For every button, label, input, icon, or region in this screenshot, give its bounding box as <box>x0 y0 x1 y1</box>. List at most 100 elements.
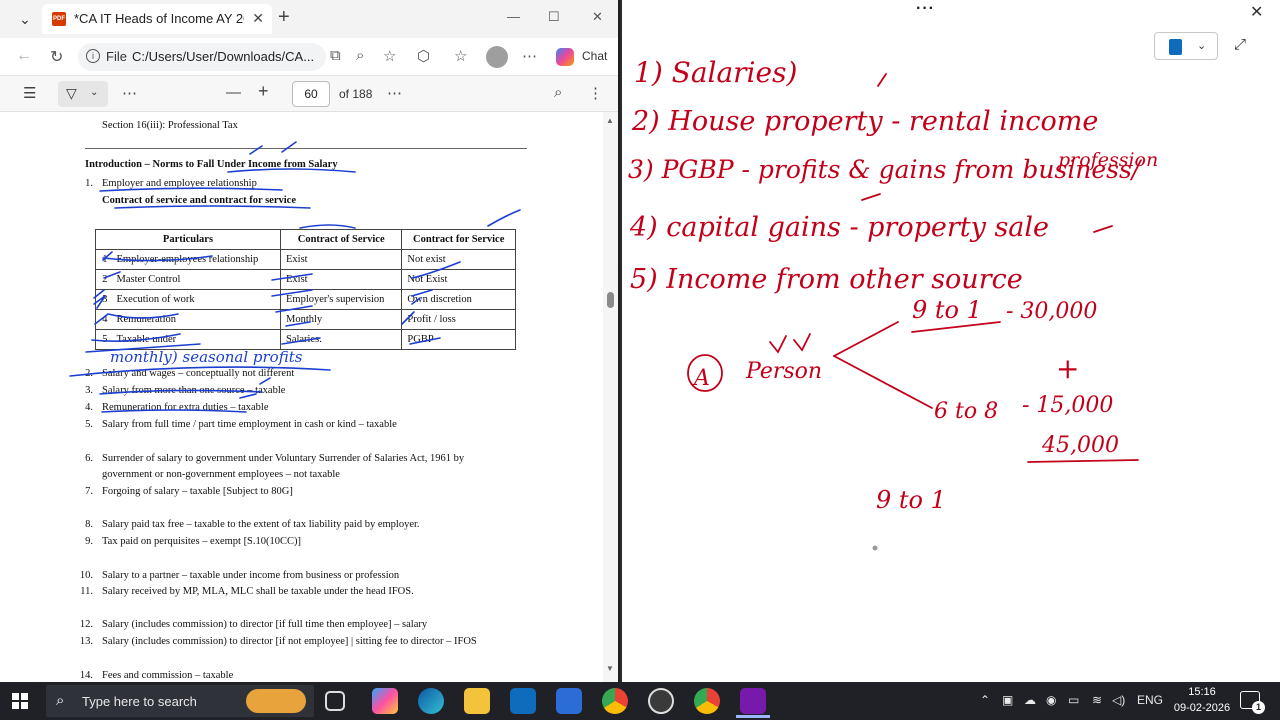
browser-titlebar: ⌄ PDF *CA IT Heads of Income AY 2025-2 ✕… <box>0 0 618 38</box>
table-cell: Not Exist <box>401 269 516 290</box>
start-windows-icon[interactable] <box>12 693 28 709</box>
item-text: Salary received by MP, MLA, MLC shall be… <box>102 586 414 597</box>
favorites-list-icon[interactable]: ☆ <box>454 47 467 65</box>
file-explorer-icon[interactable] <box>464 688 490 714</box>
tab-close-icon[interactable]: ✕ <box>252 10 264 27</box>
ink-line: 5) Income from other source <box>630 264 1023 295</box>
section-line: Section 16(iii): Professional Tax <box>102 120 238 131</box>
scroll-down-arrow-icon[interactable]: ▼ <box>606 664 614 673</box>
desktop: ⌄ PDF *CA IT Heads of Income AY 2025-2 ✕… <box>0 0 1280 720</box>
ink-text: 9 to 1 <box>912 296 982 324</box>
wifi-icon[interactable]: ≋ <box>1092 693 1102 707</box>
profile-avatar[interactable] <box>486 46 508 68</box>
store-icon[interactable] <box>556 688 582 714</box>
refresh-icon[interactable]: ↻ <box>50 47 63 67</box>
ink-text: Person <box>745 359 822 384</box>
clock-time[interactable]: 15:16 <box>1177 686 1227 698</box>
camera-icon[interactable]: ◉ <box>1046 693 1056 707</box>
scroll-up-arrow-icon[interactable]: ▲ <box>606 116 614 125</box>
item-number: 9. <box>85 536 93 547</box>
search-placeholder: Type here to search <box>82 694 197 709</box>
item-text: Salary to a partner – taxable under inco… <box>102 570 400 581</box>
table-row: 2 Master Control Exist Not Exist <box>95 269 516 290</box>
site-info-icon[interactable]: i <box>86 49 100 63</box>
copilot-app-icon[interactable] <box>372 688 398 714</box>
item-text: Fees and commission – taxable <box>102 670 234 681</box>
ink-line: 1) Salaries) <box>634 56 797 89</box>
active-app-indicator <box>736 715 770 718</box>
volume-icon[interactable]: ◁) <box>1112 693 1125 707</box>
toolbar-more-icon[interactable]: ⋯ <box>122 84 137 102</box>
search-highlight-pizza-icon[interactable] <box>246 689 306 713</box>
tab-title: *CA IT Heads of Income AY 2025-2 <box>74 11 244 26</box>
section-divider <box>85 148 527 149</box>
find-icon[interactable]: ⌕ <box>554 84 562 101</box>
table-header: Particulars <box>95 229 281 250</box>
table-cell: PGBP <box>401 329 516 350</box>
table-cell: Employer's supervision <box>279 289 403 310</box>
url-scheme-label: File <box>106 49 127 64</box>
chrome-icon[interactable] <box>602 688 628 714</box>
new-tab-plus-icon[interactable]: + <box>278 6 290 29</box>
table-cell: 3 <box>95 289 112 310</box>
language-indicator[interactable]: ENG <box>1137 693 1163 707</box>
contents-list-icon[interactable]: ☰ <box>23 84 36 102</box>
table-cell: Taxable under <box>111 329 281 350</box>
settings-more-icon[interactable]: ⋮ <box>588 84 603 102</box>
task-view-icon[interactable] <box>325 691 345 711</box>
copilot-icon[interactable] <box>556 48 574 66</box>
table-cell: Not exist <box>401 249 516 270</box>
pdf-document-page: Section 16(iii): Professional Tax Introd… <box>0 112 603 682</box>
close-window-icon[interactable]: ✕ <box>592 9 603 25</box>
ink-text: A <box>692 366 710 391</box>
browser-tab[interactable]: PDF *CA IT Heads of Income AY 2025-2 ✕ <box>42 4 272 34</box>
url-field[interactable]: i File C:/Users/User/Downloads/CA... <box>78 43 326 71</box>
meet-now-icon[interactable]: ▣ <box>1002 693 1013 707</box>
extensions-icon[interactable]: ⬡ <box>417 47 430 65</box>
chat-label[interactable]: Chat <box>582 49 607 63</box>
table-cell: Monthly <box>279 309 403 330</box>
tab-actions-chevron-icon[interactable]: ⌄ <box>14 8 36 30</box>
table-header-row: Particulars Contract of Service Contract… <box>95 229 516 250</box>
maximize-icon[interactable]: ☐ <box>548 9 560 25</box>
page-number-input[interactable]: 60 <box>292 81 330 107</box>
more-menu-icon[interactable]: ⋯ <box>522 47 537 65</box>
clock-date[interactable]: 09-02-2026 <box>1166 702 1238 714</box>
ink-line: profession <box>1058 149 1158 171</box>
item-text: Forgoing of salary – taxable [Subject to… <box>102 486 293 497</box>
zoom-in-icon[interactable]: + <box>258 81 269 102</box>
onenote-window: ··· ✕ ⌄ ⤢ 1) Salaries) 2) House property… <box>620 0 1280 682</box>
favorite-star-icon[interactable]: ☆ <box>383 47 396 65</box>
draw-button[interactable]: ▽ ⌄ <box>58 81 108 107</box>
show-hidden-icons-icon[interactable]: ⌃ <box>980 693 990 707</box>
chrome-profile-icon[interactable] <box>694 688 720 714</box>
battery-icon[interactable]: ▭ <box>1068 693 1079 707</box>
scrollbar-thumb[interactable] <box>607 292 614 308</box>
zoom-out-icon[interactable]: — <box>226 84 241 101</box>
item-number: 1. <box>85 178 93 189</box>
obs-icon[interactable] <box>648 688 674 714</box>
table-header: Contract for Service <box>401 229 516 250</box>
page-more-icon[interactable]: ⋯ <box>387 84 402 102</box>
item-text: government or non-government employees –… <box>102 469 340 480</box>
cloud-icon[interactable]: ☁ <box>1024 693 1036 707</box>
back-arrow-icon[interactable]: ← <box>16 47 32 65</box>
taskbar-search[interactable]: ⌕ Type here to search <box>46 685 314 717</box>
ink-canvas[interactable]: 1) Salaries) 2) House property - rental … <box>622 0 1280 682</box>
address-bar: ← ↻ i File C:/Users/User/Downloads/CA...… <box>0 38 618 76</box>
pen-cursor <box>872 545 878 551</box>
edge-icon[interactable] <box>418 688 444 714</box>
minimize-icon[interactable]: — <box>507 9 520 24</box>
table-row: 4 Remuneration Monthly Profit / loss <box>95 309 516 330</box>
zoom-icon[interactable]: ⌕ <box>356 47 364 64</box>
table-cell: Exist <box>279 249 403 270</box>
draw-pen-icon: ▽ <box>66 85 77 101</box>
read-aloud-icon[interactable]: ⧉ <box>330 47 341 64</box>
pdf-scrollbar[interactable]: ▲ ▼ <box>603 112 618 682</box>
onenote-app-icon[interactable] <box>740 688 766 714</box>
table-cell: 1 <box>95 249 112 270</box>
item-number: 7. <box>85 486 93 497</box>
draw-chevron-icon[interactable]: ⌄ <box>90 87 98 98</box>
outlook-icon[interactable] <box>510 688 536 714</box>
table-row: 1 Employer-employees relationship Exist … <box>95 249 516 270</box>
